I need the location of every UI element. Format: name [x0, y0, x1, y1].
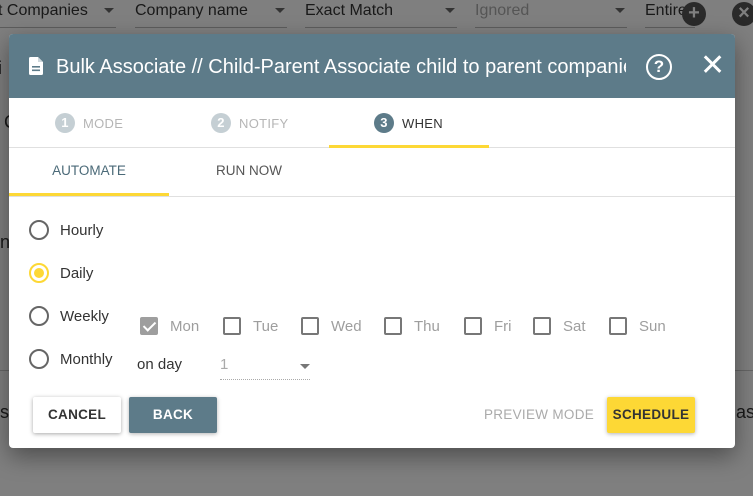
tab-run-now[interactable]: RUN NOW	[169, 149, 329, 196]
dialog-header: Bulk Associate // Child-Parent Associate…	[9, 34, 735, 98]
on-day-value: 1	[220, 356, 229, 373]
step-number: 3	[374, 113, 394, 133]
radio-weekly[interactable]: Weekly	[29, 305, 109, 327]
back-button[interactable]: BACK	[129, 397, 217, 433]
radio-button[interactable]	[29, 220, 49, 240]
radio-monthly[interactable]: Monthly	[29, 348, 113, 370]
chevron-down-icon	[300, 364, 310, 369]
weekday-label: Tue	[253, 317, 279, 335]
schedule-tabs: AUTOMATE RUN NOW	[9, 149, 735, 197]
radio-label: Weekly	[60, 307, 109, 325]
weekday-label: Wed	[331, 317, 362, 335]
tab-automate[interactable]: AUTOMATE	[9, 149, 169, 196]
step-label: WHEN	[402, 115, 443, 131]
weekday-sun[interactable]: Sun	[609, 315, 666, 337]
checkbox[interactable]	[533, 317, 551, 335]
help-icon[interactable]: ?	[646, 54, 672, 80]
radio-button[interactable]	[29, 306, 49, 326]
document-icon	[29, 57, 43, 75]
radio-button[interactable]	[29, 349, 49, 369]
checkbox[interactable]	[223, 317, 241, 335]
weekday-wed[interactable]: Wed	[301, 315, 362, 337]
bulk-associate-dialog: Bulk Associate // Child-Parent Associate…	[9, 34, 735, 448]
weekday-label: Fri	[494, 317, 512, 335]
weekday-label: Mon	[170, 317, 200, 335]
weekday-thu[interactable]: Thu	[384, 315, 440, 337]
checkbox[interactable]	[301, 317, 319, 335]
preview-mode-button[interactable]: PREVIEW MODE	[479, 397, 599, 433]
close-icon[interactable]: ✕	[700, 51, 725, 81]
step-mode[interactable]: 1 MODE	[55, 98, 123, 148]
weekday-mon[interactable]: Mon	[140, 315, 199, 337]
step-number: 2	[211, 113, 231, 133]
radio-label: Monthly	[60, 350, 113, 368]
step-when[interactable]: 3 WHEN	[374, 98, 443, 148]
radio-label: Daily	[60, 264, 94, 282]
checkbox[interactable]	[609, 317, 627, 335]
tab-label: AUTOMATE	[52, 163, 126, 178]
weekday-label: Sun	[639, 317, 666, 335]
step-notify[interactable]: 2 NOTIFY	[211, 98, 288, 148]
step-number: 1	[55, 113, 75, 133]
active-step-indicator	[329, 145, 489, 148]
checkbox[interactable]	[384, 317, 402, 335]
stepper: 1 MODE 2 NOTIFY 3 WHEN	[9, 98, 735, 148]
step-label: MODE	[83, 115, 124, 131]
checkbox[interactable]	[140, 317, 158, 335]
radio-label: Hourly	[60, 221, 104, 239]
step-label: NOTIFY	[239, 115, 289, 131]
radio-daily[interactable]: Daily	[29, 262, 93, 284]
radio-hourly[interactable]: Hourly	[29, 219, 103, 241]
on-day-label: on day	[137, 356, 183, 373]
active-tab-indicator	[9, 193, 169, 196]
weekday-label: Thu	[414, 317, 440, 335]
weekday-sat[interactable]: Sat	[533, 315, 586, 337]
tab-label: RUN NOW	[216, 163, 282, 178]
on-day-select[interactable]: 1	[220, 352, 310, 380]
weekday-fri[interactable]: Fri	[464, 315, 512, 337]
weekday-label: Sat	[563, 317, 586, 335]
weekday-tue[interactable]: Tue	[223, 315, 278, 337]
radio-button[interactable]	[29, 263, 49, 283]
dialog-title: Bulk Associate // Child-Parent Associate…	[56, 56, 626, 78]
checkbox[interactable]	[464, 317, 482, 335]
cancel-button[interactable]: CANCEL	[33, 397, 121, 433]
schedule-button[interactable]: SCHEDULE	[607, 397, 695, 433]
